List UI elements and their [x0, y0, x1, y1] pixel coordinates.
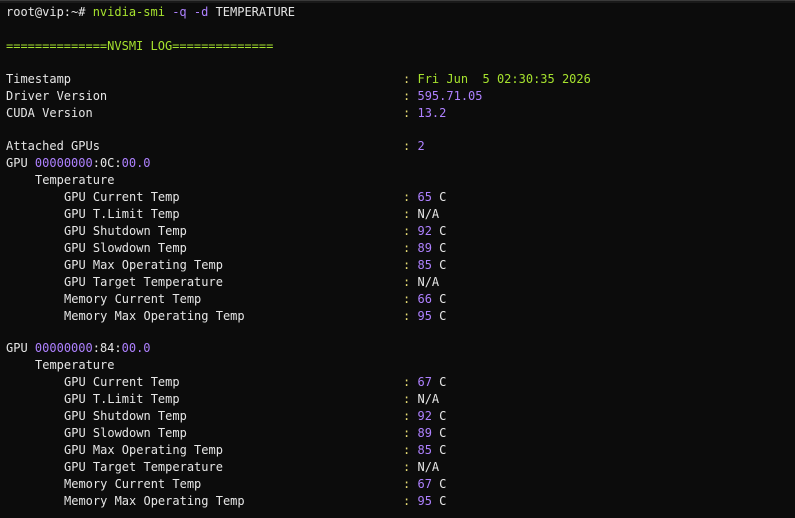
gpu-1-bus-prefix: 00000000: [34, 341, 93, 355]
driver-version-value: 595.71.05: [417, 89, 483, 103]
gpu-1-header: GPU 00000000:84:00.0: [6, 341, 151, 355]
gpu-0-row-value: : N/A: [403, 207, 440, 221]
gpu-0-row-label: GPU Max Operating Temp: [64, 258, 223, 272]
gpu-1-temperature-section: Temperature: [35, 358, 115, 372]
gpu-1-row-value: : 85 C: [403, 443, 447, 457]
gpu-0-row-label: GPU Shutdown Temp: [64, 224, 187, 238]
cuda-version-row: : 13.2: [403, 106, 447, 120]
gpu-0-row-value: : 85 C: [403, 258, 447, 272]
gpu-1-row-value: : 92 C: [403, 409, 447, 423]
gpu-1-row-value: : N/A: [403, 460, 440, 474]
nvsmi-log-header: ==============NVSMI LOG==============: [6, 39, 274, 53]
gpu-0-row-value: : 66 C: [403, 292, 447, 306]
gpu-1-row-label: Memory Max Operating Temp: [64, 494, 245, 508]
command-argument: TEMPERATURE: [215, 5, 296, 19]
gpu-1-row-label: GPU T.Limit Temp: [64, 392, 180, 406]
gpu-1-row-label: GPU Slowdown Temp: [64, 426, 187, 440]
gpu-1-row-label: GPU Shutdown Temp: [64, 409, 187, 423]
timestamp-label: Timestamp: [6, 72, 72, 86]
prompt-path: :~#: [63, 5, 93, 19]
gpu-1-bus-mid: :84:: [92, 341, 122, 355]
cuda-version-value: 13.2: [417, 106, 447, 120]
gpu-0-row-label: Memory Current Temp: [64, 292, 202, 306]
timestamp-value-row: : Fri Jun 5 02:30:35 2026: [403, 72, 591, 86]
gpu-1-row-value: : 95 C: [403, 494, 447, 508]
gpu-0-row-label: GPU Slowdown Temp: [64, 241, 187, 255]
gpu-0-row-value: : 95 C: [403, 309, 447, 323]
gpu-0-row-value: : 89 C: [403, 241, 447, 255]
attached-gpus-value: 2: [417, 139, 425, 153]
gpu-1-row-value: : 67 C: [403, 375, 447, 389]
gpu-1-row-label: GPU Target Temperature: [64, 460, 223, 474]
gpu-0-row-value: : N/A: [403, 275, 440, 289]
gpu-1-row-value: : N/A: [403, 392, 440, 406]
command-flag-q: -q: [172, 5, 187, 19]
command-flag-d: -d: [193, 5, 209, 19]
driver-version-label: Driver Version: [6, 89, 108, 103]
gpu-0-row-value: : 92 C: [403, 224, 447, 238]
driver-version-row: : 595.71.05: [403, 89, 483, 103]
command-line[interactable]: root@vip:~# nvidia-smi -q -d TEMPERATURE: [6, 4, 295, 21]
gpu-1-row-label: GPU Current Temp: [64, 375, 180, 389]
terminal-top-edge: [0, 1, 795, 3]
gpu-0-bus-mid: :0C:: [92, 156, 122, 170]
gpu-1-row-value: : 67 C: [403, 477, 447, 491]
gpu-1-row-label: GPU Max Operating Temp: [64, 443, 223, 457]
terminal-window[interactable]: root@vip:~# nvidia-smi -q -d TEMPERATURE…: [0, 0, 795, 518]
attached-gpus-label: Attached GPUs: [6, 139, 100, 153]
gpu-1-bus-suffix: 00.0: [121, 341, 151, 355]
prompt-user-host: root@vip: [6, 5, 64, 19]
gpu-1-row-label: Memory Current Temp: [64, 477, 202, 491]
gpu-0-row-label: GPU Target Temperature: [64, 275, 223, 289]
gpu-0-row-label: GPU Current Temp: [64, 190, 180, 204]
gpu-0-temperature-section: Temperature: [35, 173, 115, 187]
gpu-0-header: GPU 00000000:0C:00.0: [6, 156, 151, 170]
cuda-version-label: CUDA Version: [6, 106, 93, 120]
gpu-0-row-label: GPU T.Limit Temp: [64, 207, 180, 221]
timestamp-value: Fri Jun 5 02:30:35 2026: [417, 72, 591, 86]
attached-gpus-row: : 2: [403, 139, 425, 153]
gpu-1-row-value: : 89 C: [403, 426, 447, 440]
gpu-0-bus-suffix: 00.0: [121, 156, 151, 170]
gpu-0-bus-prefix: 00000000: [34, 156, 93, 170]
gpu-0-row-label: Memory Max Operating Temp: [64, 309, 245, 323]
command-name: nvidia-smi: [92, 5, 165, 19]
gpu-0-row-value: : 65 C: [403, 190, 447, 204]
